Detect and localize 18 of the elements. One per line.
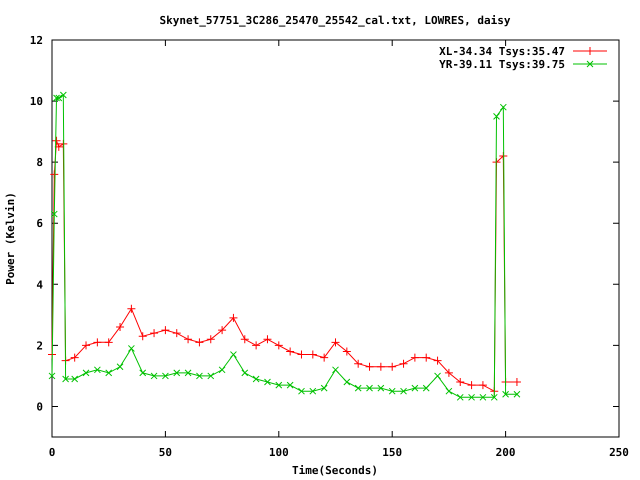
x-axis-label: Time(Seconds) bbox=[292, 464, 378, 477]
y-tick-label: 2 bbox=[36, 339, 43, 352]
x-tick-label: 100 bbox=[268, 446, 289, 459]
x-tick-label: 0 bbox=[48, 446, 56, 459]
y-tick-label: 8 bbox=[36, 156, 43, 170]
x-tick-label: 250 bbox=[609, 446, 629, 459]
y-axis-label: Power (Kelvin) bbox=[4, 192, 17, 285]
legend-label: YR-39.11 Tsys:39.75 bbox=[439, 58, 565, 71]
y-tick-label: 4 bbox=[36, 278, 43, 292]
x-tick-label: 150 bbox=[382, 446, 402, 459]
y-tick-label: 10 bbox=[30, 95, 43, 108]
y-tick-label: 0 bbox=[36, 400, 43, 414]
y-tick-label: 12 bbox=[30, 34, 43, 47]
y-tick-label: 6 bbox=[36, 217, 43, 230]
chart-title: Skynet_57751_3C286_25470_25542_cal.txt, LOWRES, daisy bbox=[160, 14, 510, 27]
x-tick-label: 50 bbox=[158, 446, 172, 459]
legend-label: XL-34.34 Tsys:35.47 bbox=[439, 45, 565, 58]
x-tick-label: 200 bbox=[496, 446, 516, 459]
